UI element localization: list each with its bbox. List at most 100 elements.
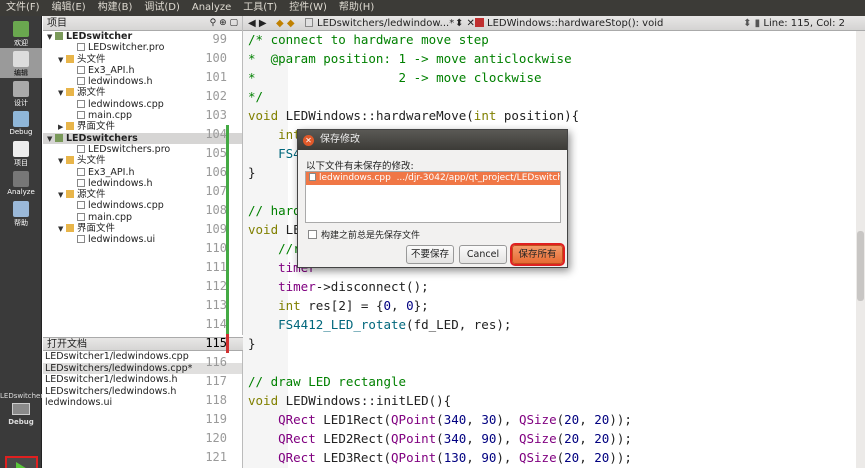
mode-selector: LEDswitcher Debug 欢迎 编辑 设计 Debug 项目 Analyze 帮助 (0, 16, 44, 468)
tree-node-label: 头文件 (77, 155, 106, 167)
file-icon (77, 235, 85, 244)
mode-3[interactable]: Debug (0, 108, 42, 138)
kit-config-label: Debug (8, 418, 34, 426)
editor-scrollbar[interactable] (856, 31, 865, 468)
menu-item-1[interactable]: 编辑(E) (46, 0, 92, 16)
dialog-title: 保存修改 (320, 134, 360, 145)
kit-selector[interactable]: LEDswitcher Debug (0, 390, 44, 440)
code-token: 20 (564, 450, 580, 465)
code-token: ( (436, 412, 444, 427)
unsaved-file-item[interactable]: ledwindows.cpp .../djr-3042/app/qt_proje… (306, 172, 560, 185)
symbol-selector[interactable]: LEDWindows::hardwareStop(): void (475, 16, 663, 31)
menu-item-4[interactable]: Analyze (186, 0, 237, 16)
code-line: /* connect to hardware move step (248, 30, 489, 49)
code-token: 340 (443, 412, 467, 427)
tree-node-label: 头文件 (77, 53, 106, 65)
menu-item-6[interactable]: 控件(W) (283, 0, 333, 16)
tree-node-label: LEDswitchers.pro (88, 143, 171, 155)
tree-node-label: main.cpp (88, 110, 133, 122)
nav-back-icon[interactable]: ◀ ▶ (248, 16, 267, 31)
line-number: 112 (205, 279, 227, 293)
mode-6[interactable]: 帮助 (0, 198, 42, 228)
tab-menu-icon[interactable]: ⬍ ✕ (455, 16, 475, 31)
change-marker (226, 296, 229, 315)
menu-item-2[interactable]: 构建(B) (92, 0, 139, 16)
code-token: ), (496, 431, 519, 446)
mode-4[interactable]: 项目 (0, 138, 42, 168)
line-number: 117 (205, 374, 227, 388)
mode-5[interactable]: Analyze (0, 168, 42, 198)
mode-2[interactable]: 设计 (0, 78, 42, 108)
line-number: 111 (205, 260, 227, 274)
mode-icon-2 (13, 81, 29, 97)
code-line: QRect LED2Rect(QPoint(340, 90), QSize(20… (248, 429, 632, 448)
run-button[interactable] (5, 456, 38, 468)
code-token: QPoint (391, 450, 437, 465)
code-token: timer (278, 279, 316, 294)
code-token: 90 (481, 431, 497, 446)
folder-icon (66, 122, 74, 131)
menu-item-0[interactable]: 文件(F) (0, 0, 46, 16)
file-icon (77, 144, 85, 153)
unsaved-files-list[interactable]: ledwindows.cpp .../djr-3042/app/qt_proje… (305, 171, 561, 223)
line-number: 121 (205, 450, 227, 464)
line-number: 100 (205, 51, 227, 65)
line-number: 106 (205, 165, 227, 179)
code-token: QSize (518, 450, 557, 465)
tree-node-label: LEDswitcher (66, 31, 133, 42)
code-token: // draw LED rectangle (248, 374, 407, 389)
cancel-button[interactable]: Cancel (459, 245, 507, 264)
folder-icon (66, 156, 74, 165)
change-marker (226, 334, 229, 353)
cpp-file-icon (309, 173, 316, 181)
code-token: , (391, 298, 407, 313)
tree-node-label: ledwindows.cpp (88, 98, 164, 110)
line-number: 107 (205, 184, 227, 198)
code-token: LED3Rect( (315, 450, 392, 465)
code-token: ( (436, 450, 444, 465)
code-token: ->disconnect(); (315, 279, 429, 294)
symbol-label: LEDWindows::hardwareStop(): void (487, 18, 664, 29)
code-line: QRect LED3Rect(QPoint(130, 90), QSize(20… (248, 448, 632, 467)
dont-save-button[interactable]: 不要保存 (406, 245, 454, 264)
tree-node-label: main.cpp (88, 211, 133, 223)
kit-project-label: LEDswitcher (0, 392, 44, 400)
unsaved-file-name: ledwindows.cpp (319, 173, 391, 183)
filter-icon[interactable]: ⚲ ⊕ ▢ (210, 16, 238, 31)
file-tab[interactable]: LEDswitchers/ledwindow...* (305, 16, 455, 31)
tree-node-label: 源文件 (77, 189, 106, 201)
code-token: } (248, 336, 256, 351)
tree-node-label: 源文件 (77, 87, 106, 99)
code-line: QRect LED1Rect(QPoint(340, 30), QSize(20… (248, 410, 632, 429)
mode-0[interactable]: 欢迎 (0, 18, 42, 48)
bookmark-icon[interactable]: ◆ ◆ (276, 16, 295, 31)
tree-node-label: Ex3_API.h (88, 64, 135, 76)
mode-1[interactable]: 编辑 (0, 48, 42, 78)
change-marker (226, 144, 229, 163)
file-icon (77, 178, 85, 187)
checkbox-box[interactable] (308, 230, 317, 239)
code-line: timer->disconnect(); (248, 277, 429, 296)
line-number: 113 (205, 298, 227, 312)
save-all-button[interactable]: 保存所有 (510, 243, 565, 266)
line-number: 105 (205, 146, 227, 160)
code-line: int res[2] = {0, 0}; (248, 296, 429, 315)
tree-node-label: ledwindows.ui (88, 234, 156, 246)
open-documents-title: 打开文档 (47, 339, 87, 350)
code-token: } (248, 165, 256, 180)
always-save-checkbox[interactable]: 构建之前总是先保存文件 (308, 228, 420, 241)
scroll-thumb[interactable] (857, 231, 864, 301)
menu-item-5[interactable]: 工具(T) (237, 0, 283, 16)
mode-label-2: 设计 (14, 99, 28, 107)
code-line: * @param position: 1 -> move anticlockwi… (248, 49, 572, 68)
tree-node-label: 界面文件 (77, 223, 116, 235)
close-icon[interactable]: ✕ (303, 135, 314, 146)
menu-item-3[interactable]: 调试(D) (138, 0, 186, 16)
line-number: 110 (205, 241, 227, 255)
menu-item-7[interactable]: 帮助(H) (333, 0, 380, 16)
mode-label-0: 欢迎 (14, 39, 28, 47)
